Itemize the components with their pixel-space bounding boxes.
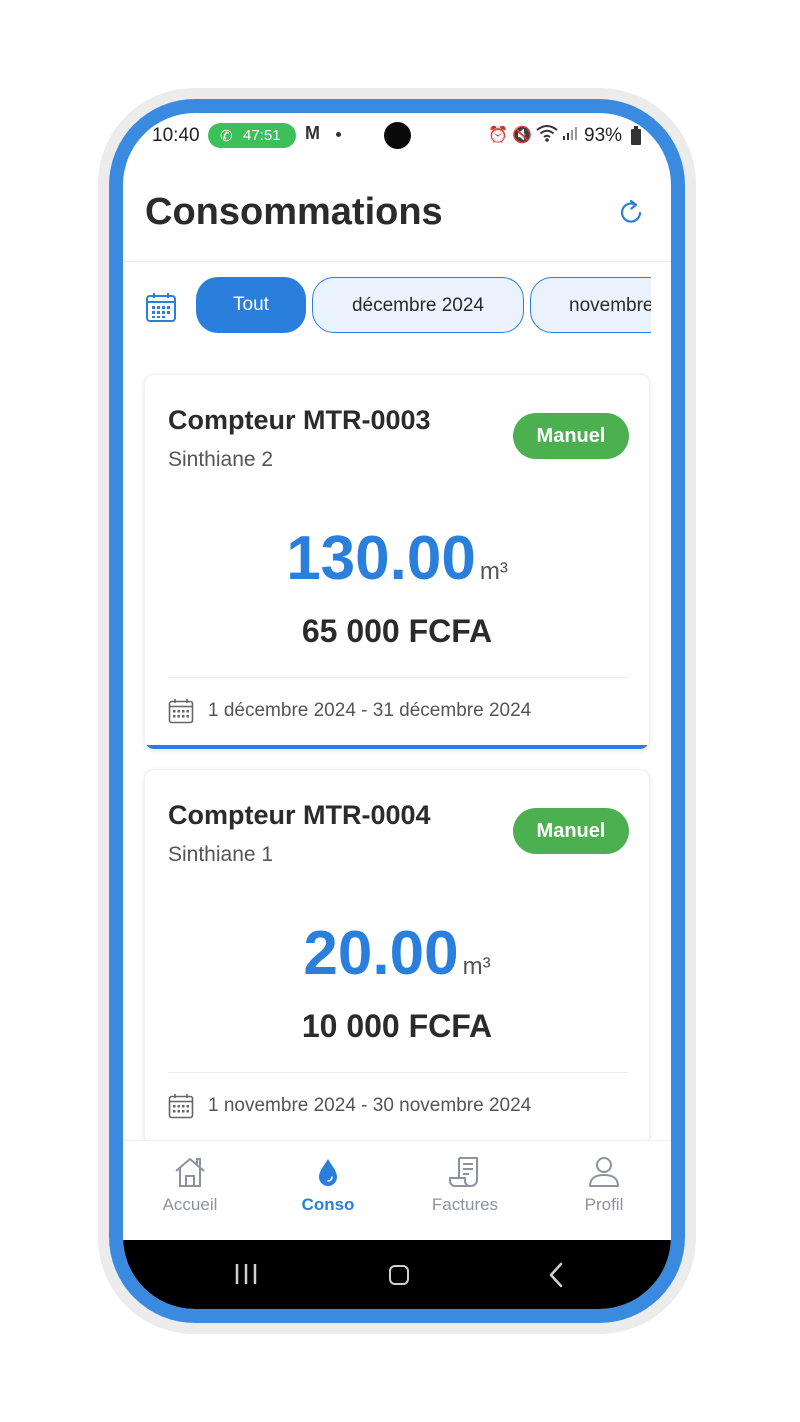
site-name: Sinthiane 2 [168,448,274,471]
reading-type-badge: Manuel [513,808,629,854]
volume: 130.00 m³ [145,523,649,594]
receipt-icon [449,1157,478,1187]
amount: 65 000 FCFA [301,613,493,649]
reading-type-badge: Manuel [513,413,629,459]
nav-accueil[interactable]: Accueil [135,1155,245,1215]
screen: 10:40 ✆ 47:51 M ⏰ 🔇 93% Consommations To… [123,113,671,1309]
volume-unit: m³ [462,953,491,980]
period-filter-chips: Tout décembre 2024 novembre [196,277,651,337]
nav-profil[interactable]: Profil [549,1155,659,1215]
nav-conso[interactable]: Conso [273,1155,383,1215]
status-time: 10:40 [152,125,200,146]
app-notification-icon: M [305,123,320,143]
volume-unit: m³ [479,558,508,585]
alarm-icon: ⏰ [488,127,508,144]
billing-period: 1 décembre 2024 - 31 décembre 2024 [208,700,532,721]
chip-decembre-2024[interactable]: décembre 2024 [312,277,524,333]
ongoing-call-pill[interactable]: ✆ 47:51 [208,123,296,148]
nav-label: Accueil [162,1195,218,1214]
page-title: Consommations [145,191,443,233]
system-navigation-bar [123,1240,671,1309]
home-button-icon[interactable] [389,1265,409,1285]
card-divider [168,1072,628,1073]
battery-icon [631,126,641,145]
volume-value: 20.00 [303,919,459,988]
meter-name: Compteur MTR-0004 [168,800,431,830]
card-accent-bar [145,745,649,749]
header-divider [123,261,671,262]
more-notifications-dot [336,132,341,137]
call-duration: 47:51 [243,127,281,144]
wifi-icon [536,125,558,142]
mute-icon: 🔇 [512,127,532,144]
volume-value: 130.00 [286,524,476,593]
signal-icon [563,127,577,140]
card-divider [168,677,628,678]
back-icon[interactable] [547,1262,565,1288]
calendar-icon[interactable] [145,291,177,323]
chip-novembre[interactable]: novembre [530,277,651,333]
status-bar: 10:40 ✆ 47:51 M ⏰ 🔇 93% [123,113,671,157]
user-icon [589,1157,619,1187]
billing-period: 1 novembre 2024 - 30 novembre 2024 [208,1095,532,1116]
phone-icon: ✆ [220,128,233,145]
chip-tout[interactable]: Tout [196,277,306,333]
bottom-navigation: Accueil Conso Factures Profil [123,1140,671,1241]
calendar-icon [168,699,194,724]
refresh-icon[interactable] [617,197,647,227]
home-icon [175,1158,205,1187]
consumption-card[interactable]: Compteur MTR-0004 Sinthiane 1 Manuel 20.… [144,769,650,1145]
nav-label: Factures [431,1195,499,1214]
volume: 20.00 m³ [145,918,649,989]
nav-label: Profil [584,1195,624,1214]
recent-apps-icon[interactable] [233,1262,259,1286]
meter-name: Compteur MTR-0003 [168,405,431,435]
nav-label: Conso [301,1195,355,1214]
front-camera [384,122,411,149]
consumption-card[interactable]: Compteur MTR-0003 Sinthiane 2 Manuel 130… [144,374,650,750]
site-name: Sinthiane 1 [168,843,274,866]
water-drop-icon [319,1159,337,1186]
amount: 10 000 FCFA [301,1008,493,1044]
battery-level: 93% [584,125,623,146]
calendar-icon [168,1094,194,1119]
nav-factures[interactable]: Factures [410,1155,520,1215]
